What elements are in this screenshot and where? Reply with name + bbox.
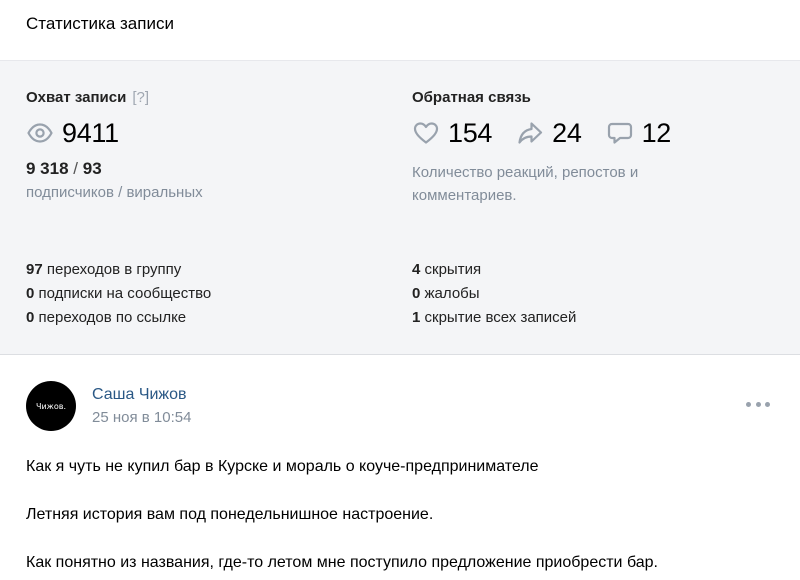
page-title: Статистика записи <box>26 14 174 33</box>
list-item-label: переходов в группу <box>46 261 182 278</box>
list-item: 4 скрытия <box>412 258 576 282</box>
list-item-count: 97 <box>26 261 43 278</box>
heart-icon <box>412 119 440 147</box>
left-stats-list: 97 переходов в группу 0 подписки на сооб… <box>26 258 211 330</box>
reach-title-text: Охват записи <box>26 89 127 106</box>
list-item-label: жалобы <box>424 285 480 302</box>
list-item: 0 подписки на сообщество <box>26 282 211 306</box>
feedback-caption: Количество реакций, репостов и комментар… <box>412 164 639 204</box>
avatar-text: Чижов. <box>35 401 67 411</box>
breakdown-separator: / <box>73 159 79 178</box>
stats-panel: Охват записи [?] 9411 9 318 / 93 подписчи… <box>0 61 800 355</box>
subscribers-count: 9 318 <box>26 159 69 178</box>
list-item-label: скрытие всех записей <box>424 309 577 326</box>
more-dots-icon[interactable] <box>746 401 770 407</box>
list-item-label: подписки на сообщество <box>38 285 212 302</box>
eye-icon <box>26 119 54 147</box>
post-line: Как я чуть не купил бар в Курске и морал… <box>26 458 539 475</box>
comments-metric: 12 <box>606 118 671 149</box>
views-count: 9411 <box>62 117 119 148</box>
header-bar: Статистика записи <box>0 0 800 61</box>
list-item-count: 0 <box>26 309 35 326</box>
post-line: Летняя история вам под понедельнишное на… <box>26 506 434 523</box>
post-line: Как понятно из названия, где-то летом мн… <box>26 554 658 571</box>
likes-metric: 154 <box>412 118 492 149</box>
reposts-metric: 24 <box>516 117 582 149</box>
share-arrow-icon <box>516 119 544 147</box>
comment-icon <box>606 119 634 147</box>
help-link[interactable]: [?] <box>132 89 149 106</box>
reach-breakdown: 9 318 / 93 <box>26 159 102 179</box>
likes-count: 154 <box>448 117 493 148</box>
list-item-count: 1 <box>412 309 421 326</box>
post-date[interactable]: 25 ноя в 10:54 <box>92 409 191 426</box>
list-item: 97 переходов в группу <box>26 258 211 282</box>
post-text: Как я чуть не купил бар в Курске и морал… <box>26 455 774 575</box>
list-item-count: 0 <box>26 285 35 302</box>
comments-count: 12 <box>641 117 672 148</box>
list-item: 1 скрытие всех записей <box>412 306 576 330</box>
reposts-count: 24 <box>552 117 582 148</box>
feedback-section: Обратная связь 154 24 12 Количество реак… <box>412 61 782 354</box>
feedback-metrics-row: 154 24 12 <box>412 115 695 151</box>
feedback-title: Обратная связь <box>412 89 531 106</box>
list-item: 0 жалобы <box>412 282 576 306</box>
list-item: 0 переходов по ссылке <box>26 306 211 330</box>
reach-section: Охват записи [?] 9411 9 318 / 93 подписчи… <box>26 61 386 354</box>
list-item-count: 4 <box>412 261 421 278</box>
reach-caption: подписчиков / виральных <box>26 184 203 201</box>
list-item-count: 0 <box>412 285 421 302</box>
post: Чижов. Саша Чижов 25 ноя в 10:54 Как я ч… <box>0 355 800 580</box>
right-stats-list: 4 скрытия 0 жалобы 1 скрытие всех записе… <box>412 258 576 330</box>
reach-title: Охват записи [?] <box>26 89 149 106</box>
author-link[interactable]: Саша Чижов <box>92 386 187 404</box>
list-item-label: переходов по ссылке <box>38 309 187 326</box>
list-item-label: скрытия <box>424 261 482 278</box>
views-row: 9411 <box>26 115 119 151</box>
avatar[interactable]: Чижов. <box>26 381 76 431</box>
viral-count: 93 <box>82 159 102 178</box>
